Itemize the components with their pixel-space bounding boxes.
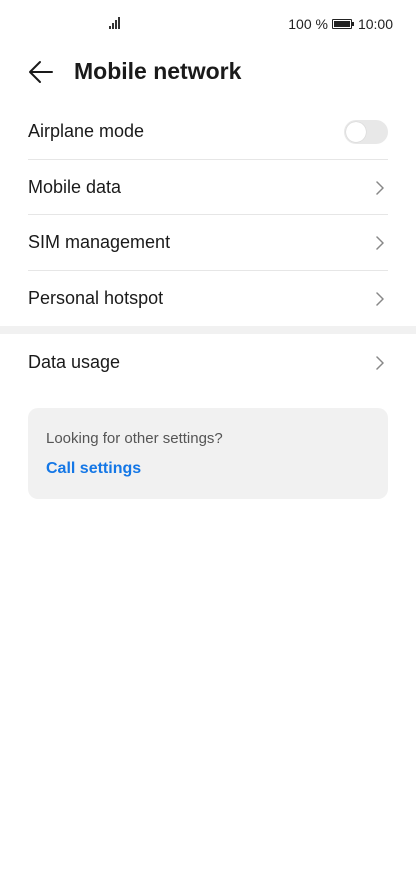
card-prompt: Looking for other settings? <box>46 430 223 447</box>
screen: 100 % 10:00 Mobile network Airplane mode… <box>0 0 416 889</box>
data-usage-label: Data usage <box>28 352 121 372</box>
airplane-mode-row[interactable]: Airplane mode <box>28 104 388 159</box>
other-settings-card: Looking for other settings? Call setting… <box>28 408 388 499</box>
page-title: Mobile network <box>74 58 242 84</box>
battery-icon <box>331 19 354 29</box>
back-button[interactable] <box>22 56 62 88</box>
mobile-data-row[interactable]: Mobile data <box>28 160 388 215</box>
chevron-right-icon <box>376 291 384 306</box>
toggle-knob <box>346 121 366 142</box>
back-arrow-icon <box>29 61 53 83</box>
call-settings-link[interactable]: Call settings <box>46 460 141 478</box>
chevron-right-icon <box>376 235 384 250</box>
airplane-mode-label: Airplane mode <box>28 121 145 141</box>
status-bar: 100 % 10:00 <box>0 0 416 48</box>
mobile-data-label: Mobile data <box>28 177 122 197</box>
chevron-right-icon <box>376 355 384 370</box>
data-usage-row[interactable]: Data usage <box>28 335 388 390</box>
personal-hotspot-row[interactable]: Personal hotspot <box>28 271 388 326</box>
airplane-mode-toggle[interactable] <box>344 119 388 144</box>
section-divider <box>0 326 416 334</box>
status-right: 100 % 10:00 <box>288 15 393 33</box>
chevron-right-icon <box>376 180 384 195</box>
signal-icon <box>109 17 120 29</box>
sim-management-row[interactable]: SIM management <box>28 215 388 270</box>
clock: 10:00 <box>357 16 393 32</box>
battery-percent: 100 % <box>288 16 328 32</box>
header: Mobile network <box>0 48 416 96</box>
sim-management-label: SIM management <box>28 232 171 252</box>
personal-hotspot-label: Personal hotspot <box>28 288 164 308</box>
